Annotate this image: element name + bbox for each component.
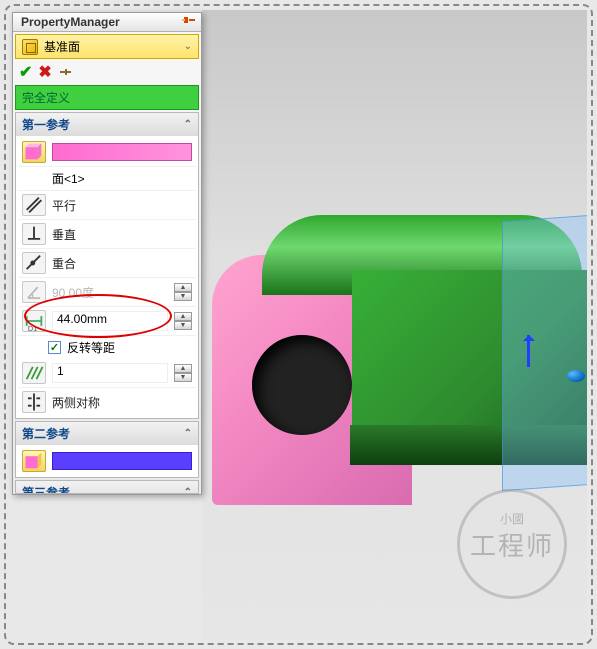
feature-name: 基准面 <box>44 38 80 55</box>
parallel-icon <box>22 194 46 216</box>
chevron-up-icon: ⌃ <box>184 487 192 494</box>
ref2-selection-box[interactable] <box>52 452 192 470</box>
chevron-up-icon: ⌃ <box>184 119 192 130</box>
face-label: 面<1> <box>52 170 85 187</box>
reference-plane-preview[interactable] <box>502 209 587 491</box>
coincident-label: 重合 <box>52 255 192 272</box>
instances-spinner[interactable]: ▲▼ <box>174 364 192 382</box>
parallel-row[interactable]: 平行 <box>18 191 196 220</box>
pushpin-icon[interactable] <box>58 66 72 78</box>
perpendicular-label: 垂直 <box>52 226 192 243</box>
perpendicular-row[interactable]: 垂直 <box>18 220 196 249</box>
chevron-icon[interactable]: ⌄ <box>184 41 192 52</box>
face-select-icon[interactable] <box>22 141 46 163</box>
symmetric-label: 两侧对称 <box>52 394 192 411</box>
chevron-up-icon: ⌃ <box>184 428 192 439</box>
coincident-icon <box>22 252 46 274</box>
section-title: 第一参考 <box>22 116 70 133</box>
cancel-button[interactable]: ✖ <box>38 62 51 82</box>
angle-value: 90.00度 <box>52 284 168 301</box>
feature-title-row: 基准面 ⌄ <box>15 34 199 59</box>
confirm-row: ✔ ✖ <box>13 59 201 85</box>
reverse-label: 反转等距 <box>67 339 115 356</box>
section-first-reference: 第一参考 ⌃ 面<1> 平行 <box>15 112 199 419</box>
section-body-ref1: 面<1> 平行 垂直 重合 <box>16 136 198 418</box>
instances-icon <box>22 362 46 384</box>
face-selection-row <box>18 138 196 167</box>
property-manager-panel: PropertyManager 基准面 ⌄ ✔ ✖ 完全定义 第一参考 ⌃ <box>12 12 202 495</box>
section-head-ref3[interactable]: 第三参考 ⌃ <box>16 481 198 494</box>
instances-row[interactable]: 1 ▲▼ <box>18 359 196 388</box>
pin-icon[interactable] <box>181 15 197 29</box>
pm-header: PropertyManager <box>13 13 201 32</box>
drag-handle[interactable] <box>567 370 585 382</box>
ref2-selection-row <box>18 447 196 475</box>
reverse-row[interactable]: ✓ 反转等距 <box>18 336 196 359</box>
perpendicular-icon <box>22 223 46 245</box>
section-title-2: 第二参考 <box>22 425 70 442</box>
section-second-reference: 第二参考 ⌃ <box>15 421 199 478</box>
watermark: 小國 工程师 <box>457 489 567 599</box>
distance-value[interactable]: 44.00mm <box>52 311 168 331</box>
symmetric-row[interactable]: 两侧对称 <box>18 388 196 416</box>
angle-row[interactable]: 90.00度 ▲▼ <box>18 278 196 307</box>
pm-title: PropertyManager <box>21 15 120 29</box>
angle-icon <box>22 281 46 303</box>
watermark-sub: 小國 <box>500 510 524 527</box>
angle-spinner[interactable]: ▲▼ <box>174 283 192 301</box>
3d-viewport[interactable]: 小國 工程师 <box>202 10 587 639</box>
face-select-icon-2[interactable] <box>22 450 46 472</box>
face-selection-box[interactable] <box>52 143 192 161</box>
parallel-label: 平行 <box>52 197 192 214</box>
section-title-3: 第三参考 <box>22 484 70 494</box>
symmetric-icon <box>22 391 46 413</box>
plane-icon <box>22 39 38 55</box>
section-head-ref1[interactable]: 第一参考 ⌃ <box>16 113 198 136</box>
watermark-main: 工程师 <box>470 526 554 563</box>
ok-button[interactable]: ✔ <box>19 62 32 82</box>
instances-value[interactable]: 1 <box>52 363 168 383</box>
section-third-reference: 第三参考 ⌃ <box>15 480 199 494</box>
distance-spinner[interactable]: ▲▼ <box>174 312 192 330</box>
status-bar: 完全定义 <box>15 85 199 110</box>
reverse-checkbox[interactable]: ✓ <box>48 341 61 354</box>
section-head-ref2[interactable]: 第二参考 ⌃ <box>16 422 198 445</box>
svg-text:D1: D1 <box>28 324 37 332</box>
coincident-row[interactable]: 重合 <box>18 249 196 278</box>
drag-axis-y[interactable] <box>522 335 536 375</box>
distance-row[interactable]: D1 44.00mm ▲▼ <box>18 307 196 336</box>
section-body-ref2 <box>16 445 198 477</box>
distance-icon: D1 <box>22 310 46 332</box>
face-label-row: 面<1> <box>18 167 196 191</box>
